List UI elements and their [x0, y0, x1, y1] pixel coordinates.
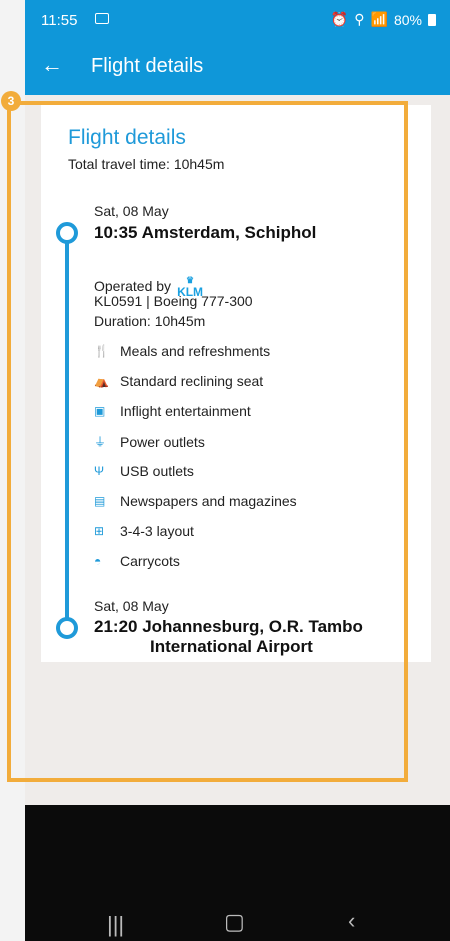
- alarm-icon: ⏰: [330, 11, 349, 27]
- system-nav-bar: ||| ▢ ‹: [25, 805, 450, 941]
- signal-icon: 📶: [370, 11, 388, 27]
- page-title: Flight details: [91, 55, 204, 77]
- back-nav-icon[interactable]: ‹: [348, 908, 355, 934]
- home-icon[interactable]: ▢: [224, 909, 245, 935]
- app-bar: ← Flight details: [25, 40, 450, 95]
- arrow-left-icon[interactable]: ←: [41, 52, 63, 78]
- image-icon: [95, 13, 109, 24]
- status-bar: 11:55 ⏰ ⚲ 📶 80%: [25, 0, 450, 40]
- recents-icon[interactable]: |||: [107, 912, 124, 938]
- highlight-box: [7, 101, 408, 782]
- step-badge: 3: [1, 91, 21, 111]
- status-time: 11:55: [41, 12, 78, 29]
- battery-percent: 80%: [393, 11, 422, 28]
- battery-icon: [428, 13, 436, 26]
- location-icon: ⚲: [354, 11, 365, 27]
- status-indicators: ⏰ ⚲ 📶 80%: [331, 11, 436, 28]
